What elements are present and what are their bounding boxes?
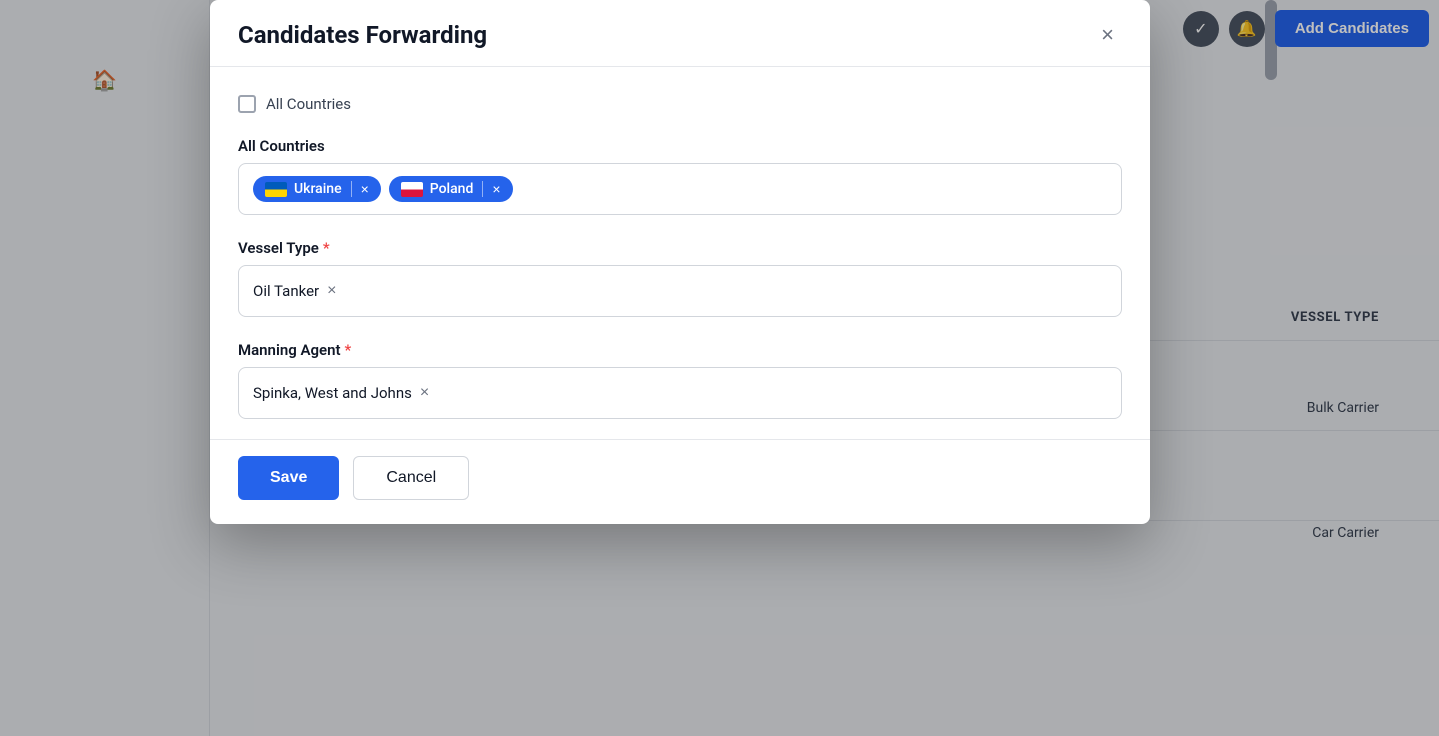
all-countries-checkbox-label: All Countries xyxy=(266,95,351,113)
countries-input-box[interactable]: Ukraine × Poland × xyxy=(238,163,1122,215)
vessel-type-label: Vessel Type* xyxy=(238,239,1122,257)
save-button[interactable]: Save xyxy=(238,456,339,500)
poland-label: Poland xyxy=(430,181,474,197)
manning-agent-remove-button[interactable]: × xyxy=(420,385,429,401)
ukraine-remove-button[interactable]: × xyxy=(361,182,369,196)
ukraine-label: Ukraine xyxy=(294,181,342,197)
cancel-button[interactable]: Cancel xyxy=(353,456,469,500)
all-countries-checkbox[interactable] xyxy=(238,95,256,113)
modal-body: All Countries All Countries Ukraine × Po… xyxy=(210,67,1150,439)
ukraine-tag: Ukraine × xyxy=(253,176,381,202)
manning-agent-value: Spinka, West and Johns × xyxy=(253,384,429,402)
countries-field-group: All Countries Ukraine × Poland × xyxy=(238,137,1122,215)
poland-remove-button[interactable]: × xyxy=(492,182,500,196)
tag-divider-ukraine xyxy=(351,181,352,197)
modal-footer: Save Cancel xyxy=(210,439,1150,524)
ukraine-flag xyxy=(265,182,287,197)
poland-tag: Poland × xyxy=(389,176,513,202)
all-countries-checkbox-row: All Countries xyxy=(238,95,1122,113)
manning-agent-field-group: Manning Agent* Spinka, West and Johns × xyxy=(238,341,1122,419)
manning-agent-label: Manning Agent* xyxy=(238,341,1122,359)
manning-agent-input-box[interactable]: Spinka, West and Johns × xyxy=(238,367,1122,419)
modal-title: Candidates Forwarding xyxy=(238,21,487,49)
vessel-type-input-box[interactable]: Oil Tanker × xyxy=(238,265,1122,317)
vessel-type-value-text: Oil Tanker xyxy=(253,282,319,300)
countries-label: All Countries xyxy=(238,137,1122,155)
vessel-type-remove-button[interactable]: × xyxy=(327,283,336,299)
vessel-type-required: * xyxy=(323,239,330,257)
manning-agent-value-text: Spinka, West and Johns xyxy=(253,384,412,402)
tag-divider-poland xyxy=(482,181,483,197)
modal-close-button[interactable]: × xyxy=(1093,20,1122,50)
vessel-type-value: Oil Tanker × xyxy=(253,282,336,300)
poland-flag xyxy=(401,182,423,197)
manning-agent-required: * xyxy=(345,341,352,359)
modal-header: Candidates Forwarding × xyxy=(210,0,1150,67)
candidates-forwarding-modal: Candidates Forwarding × All Countries Al… xyxy=(210,0,1150,524)
vessel-type-field-group: Vessel Type* Oil Tanker × xyxy=(238,239,1122,317)
